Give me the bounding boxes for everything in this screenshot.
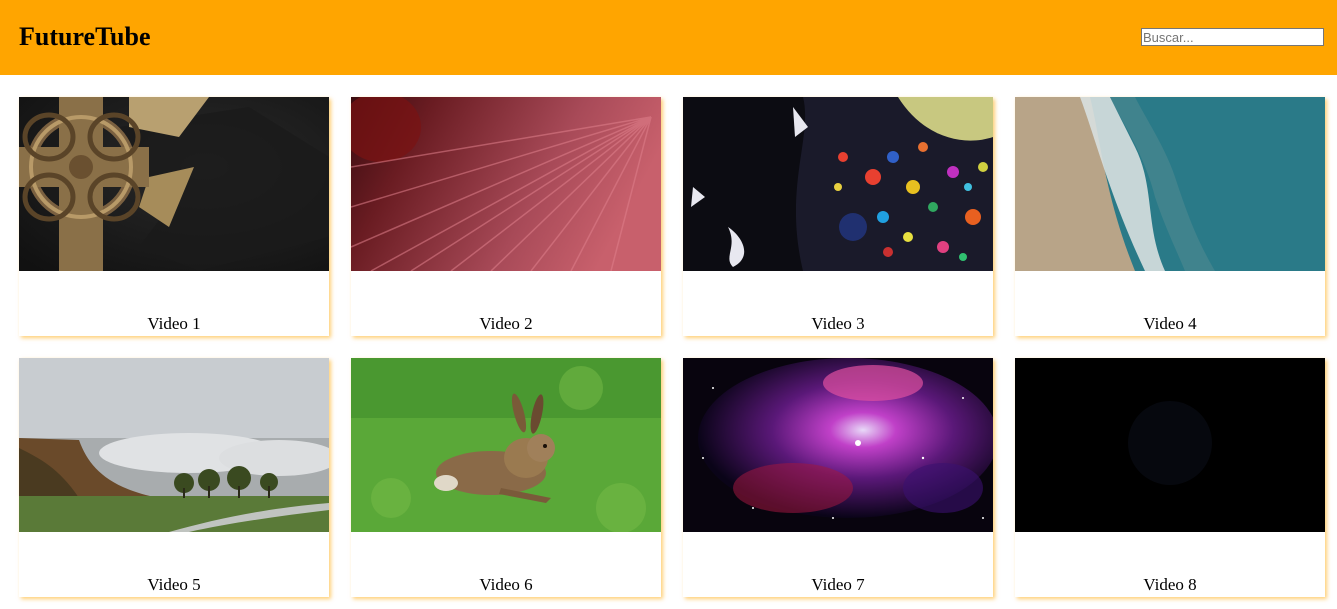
site-logo[interactable]: FutureTube	[19, 22, 151, 52]
video-card[interactable]: Video 1	[19, 97, 329, 336]
video-title[interactable]: Video 7	[683, 575, 993, 595]
video-thumbnail[interactable]	[1015, 358, 1325, 532]
video-thumbnail[interactable]	[1015, 97, 1325, 271]
video-card[interactable]: Video 3	[683, 97, 993, 336]
video-card[interactable]: Video 2	[351, 97, 661, 336]
video-title[interactable]: Video 6	[351, 575, 661, 595]
video-card[interactable]: Video 4	[1015, 97, 1325, 336]
video-title[interactable]: Video 3	[683, 314, 993, 334]
video-title[interactable]: Video 4	[1015, 314, 1325, 334]
video-title[interactable]: Video 5	[19, 575, 329, 595]
search-input[interactable]	[1141, 28, 1324, 46]
video-card[interactable]: Video 7	[683, 358, 993, 597]
video-thumbnail[interactable]	[683, 97, 993, 271]
video-title[interactable]: Video 2	[351, 314, 661, 334]
video-thumbnail[interactable]	[351, 97, 661, 271]
video-card[interactable]: Video 8	[1015, 358, 1325, 597]
video-card[interactable]: Video 6	[351, 358, 661, 597]
site-header: FutureTube	[0, 0, 1337, 75]
video-thumbnail[interactable]	[351, 358, 661, 532]
video-grid: Video 1 Video 2 Video 3 Video 4 Video 5 …	[19, 97, 1325, 597]
video-title[interactable]: Video 1	[19, 314, 329, 334]
video-title[interactable]: Video 8	[1015, 575, 1325, 595]
video-thumbnail[interactable]	[19, 97, 329, 271]
video-card[interactable]: Video 5	[19, 358, 329, 597]
video-thumbnail[interactable]	[19, 358, 329, 532]
video-thumbnail[interactable]	[683, 358, 993, 532]
